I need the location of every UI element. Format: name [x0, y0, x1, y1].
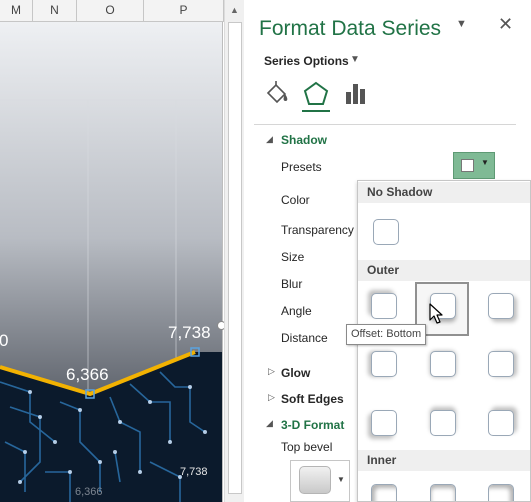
chart-canvas: 0 6,366 7,738 7,738 6,366: [0, 99, 222, 502]
vertical-scrollbar[interactable]: ▲: [224, 0, 244, 502]
active-tab-indicator: [302, 110, 330, 112]
preset-swatch: [461, 159, 474, 172]
preset-no-shadow[interactable]: [373, 219, 399, 245]
preset-offset-left[interactable]: [488, 351, 514, 377]
preset-inner-1[interactable]: [371, 484, 397, 501]
presets-label: Presets: [281, 160, 322, 174]
scroll-thumb[interactable]: [228, 22, 242, 494]
chart-resize-handle[interactable]: [217, 321, 224, 330]
pane-title: Format Data Series: [259, 17, 442, 40]
collapse-arrow-icon[interactable]: ◢: [266, 418, 273, 429]
expand-arrow-icon[interactable]: ▷: [268, 392, 275, 403]
column-header-o[interactable]: O: [77, 0, 144, 21]
series-options-icon[interactable]: [342, 80, 370, 108]
preset-offset-diagonal-bottom-left[interactable]: [488, 410, 514, 436]
tooltip: Offset: Bottom: [346, 324, 427, 345]
soft-edges-section-header[interactable]: Soft Edges: [281, 392, 344, 406]
column-header-n[interactable]: N: [33, 0, 77, 21]
fill-line-icon[interactable]: [263, 80, 291, 108]
series-options-dropdown[interactable]: Series Options: [264, 54, 349, 68]
effects-icon[interactable]: [302, 80, 330, 108]
chart-area[interactable]: 0 6,366 7,738 7,738 6,366: [0, 22, 223, 502]
data-label-right: 7,738: [168, 323, 211, 342]
blur-label: Blur: [281, 277, 303, 291]
gallery-header-no-shadow: No Shadow: [358, 182, 530, 203]
mouse-cursor-icon: [429, 303, 443, 328]
preset-inner-2[interactable]: [430, 484, 456, 501]
preset-offset-right[interactable]: [371, 351, 397, 377]
presets-button[interactable]: ▼: [453, 152, 495, 179]
scroll-up-icon[interactable]: ▲: [225, 2, 244, 18]
chevron-down-icon: ▼: [481, 158, 489, 167]
top-bevel-button[interactable]: ▼: [290, 460, 350, 502]
shadow-label-right: 7,738: [180, 466, 208, 478]
gallery-header-outer: Outer: [358, 260, 530, 281]
size-label: Size: [281, 250, 305, 264]
angle-label: Angle: [281, 304, 312, 318]
chevron-down-icon: ▼: [337, 475, 345, 484]
column-header-m[interactable]: M: [0, 0, 33, 21]
preset-offset-diagonal-bottom-right[interactable]: [371, 410, 397, 436]
3d-format-section-header[interactable]: 3-D Format: [281, 418, 344, 432]
preset-inner-3[interactable]: [488, 484, 514, 501]
preset-offset-diagonal-top-right[interactable]: [488, 293, 514, 319]
data-label-mid: 6,366: [66, 365, 109, 384]
bevel-swatch: [299, 466, 331, 494]
distance-label: Distance: [281, 331, 328, 345]
color-label: Color: [281, 193, 310, 207]
circuit-board-image: [0, 352, 222, 502]
top-bevel-label: Top bevel: [281, 440, 333, 454]
shadow-section-header[interactable]: Shadow: [281, 133, 327, 147]
column-header-row: M N O P: [0, 0, 224, 22]
glow-section-header[interactable]: Glow: [281, 366, 310, 380]
expand-arrow-icon[interactable]: ▷: [268, 366, 275, 377]
pane-options-icon[interactable]: ▼: [456, 18, 467, 30]
column-header-p[interactable]: P: [144, 0, 224, 21]
chevron-down-icon[interactable]: ▼: [350, 54, 360, 65]
tab-divider: [254, 124, 516, 125]
collapse-arrow-icon[interactable]: ◢: [266, 134, 273, 145]
preset-offset-top[interactable]: [430, 410, 456, 436]
close-icon[interactable]: ✕: [498, 14, 513, 35]
worksheet-area: M N O P 6,366 7,738 7,738 6,366: [0, 0, 224, 502]
transparency-label: Transparency: [281, 223, 354, 237]
preset-offset-diagonal-top-left[interactable]: [371, 293, 397, 319]
gallery-header-inner: Inner: [358, 450, 530, 471]
data-label-left: 0: [0, 331, 8, 350]
shadow-label-mid: 6,366: [75, 486, 103, 498]
preset-offset-center[interactable]: [430, 351, 456, 377]
